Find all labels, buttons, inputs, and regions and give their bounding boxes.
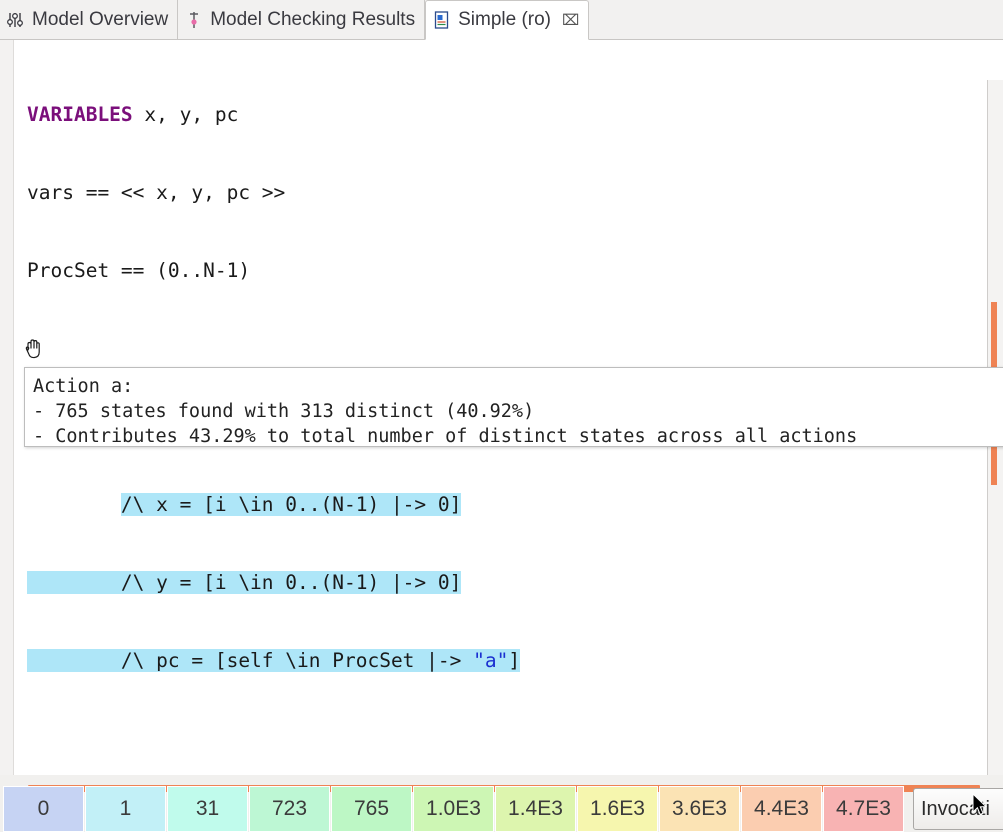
legend-cell[interactable]: 1.0E3 <box>413 786 494 832</box>
legend-cell[interactable]: 723 <box>249 786 330 832</box>
document-icon <box>432 10 452 30</box>
legend-cell[interactable]: 1 <box>85 786 166 832</box>
legend-cell[interactable]: 3.6E3 <box>659 786 740 832</box>
legend-cell[interactable]: 4.4E3 <box>741 786 822 832</box>
editor-tab-bar: Model Overview Model Checking Results Si… <box>0 0 1003 40</box>
legend-cell[interactable]: 4.7E3 <box>823 786 904 832</box>
tooltip-line-title: Action a: <box>33 376 133 397</box>
code-line: ProcSet == (0..N-1) <box>27 258 884 284</box>
legend-cell[interactable]: 31 <box>167 786 248 832</box>
state-count-color-legend: 0 1 31 723 765 1.0E3 1.4E3 1.6E3 3.6E3 4… <box>3 786 905 832</box>
legend-cell-label: 1.6E3 <box>590 797 645 821</box>
code-line <box>27 336 884 362</box>
tab-label: Model Checking Results <box>210 9 415 31</box>
legend-cell-label: 31 <box>196 797 219 821</box>
hand-cursor-icon <box>24 337 46 361</box>
legend-cell-label: 4.7E3 <box>836 797 891 821</box>
code-line: VARIABLES x, y, pc <box>27 102 884 128</box>
spec-editor[interactable]: VARIABLES x, y, pc vars == << x, y, pc >… <box>0 40 1003 775</box>
code-line: /\ y = [i \in 0..(N-1) |-> 0] <box>27 570 884 596</box>
legend-cell-label: 1.0E3 <box>426 797 481 821</box>
tab-label: Model Overview <box>32 9 168 31</box>
legend-cell[interactable]: 765 <box>331 786 412 832</box>
legend-cell[interactable]: 1.4E3 <box>495 786 576 832</box>
legend-cell[interactable]: 0 <box>3 786 84 832</box>
tab-model-checking-results[interactable]: Model Checking Results <box>178 0 425 39</box>
pin-icon <box>184 10 204 30</box>
action-statistics-tooltip: Action a: - 765 states found with 313 di… <box>24 367 1003 447</box>
legend-cell-label: 1.4E3 <box>508 797 563 821</box>
tab-label: Simple (ro) <box>458 9 551 31</box>
tooltip-line-states: - 765 states found with 313 distinct (40… <box>33 401 534 422</box>
legend-cell[interactable]: 1.6E3 <box>577 786 658 832</box>
editor-gutter <box>0 40 14 775</box>
legend-cell-label: 1 <box>120 797 132 821</box>
legend-cell-label: 723 <box>272 797 307 821</box>
close-icon[interactable]: ⌧ <box>562 13 579 28</box>
sliders-icon <box>6 10 26 30</box>
code-line: /\ pc = [self \in ProcSet |-> "a"] <box>27 648 884 674</box>
tab-model-overview[interactable]: Model Overview <box>0 0 178 39</box>
arrow-cursor-icon <box>972 793 990 819</box>
code-line: vars == << x, y, pc >> <box>27 180 884 206</box>
code-line <box>27 726 884 752</box>
editor-gutter-inner <box>15 40 24 775</box>
legend-cell-label: 4.4E3 <box>754 797 809 821</box>
legend-cell-label: 3.6E3 <box>672 797 727 821</box>
legend-cell-label: 765 <box>354 797 389 821</box>
legend-cell-label: 0 <box>38 797 50 821</box>
tooltip-line-contribution: - Contributes 43.29% to total number of … <box>33 426 857 447</box>
tab-simple-ro[interactable]: Simple (ro) ⌧ <box>425 0 589 40</box>
code-line: /\ x = [i \in 0..(N-1) |-> 0] <box>27 492 884 518</box>
